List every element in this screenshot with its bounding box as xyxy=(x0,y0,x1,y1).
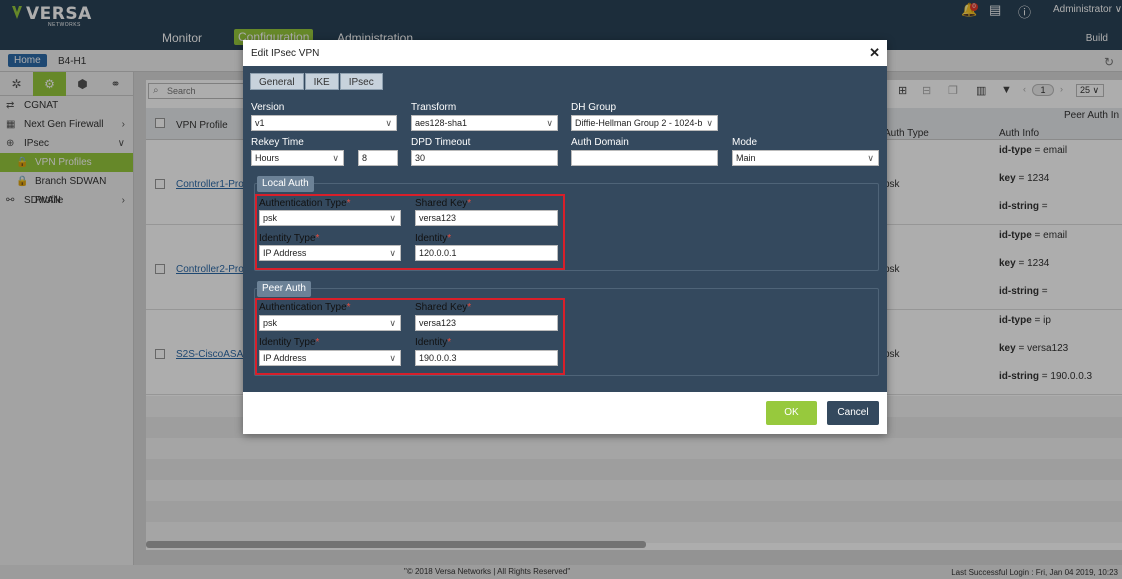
local-identity-type-label: Identity Type* xyxy=(259,233,320,244)
edit-ipsec-vpn-dialog: Edit IPsec VPN ✕ General IKE IPsec Versi… xyxy=(243,40,887,434)
peer-identity-type-label: Identity Type* xyxy=(259,337,320,348)
chevron-down-icon: ∨ xyxy=(546,118,553,128)
peer-auth-type-select[interactable]: psk ∨ xyxy=(259,315,401,331)
local-auth-legend: Local Auth xyxy=(257,176,314,192)
dialog-title: Edit IPsec VPN xyxy=(251,48,320,59)
local-shared-key-label: Shared Key* xyxy=(415,198,472,209)
transform-label: Transform xyxy=(411,102,457,113)
chevron-down-icon: ∨ xyxy=(389,213,396,223)
local-identity-label: Identity* xyxy=(415,233,452,244)
peer-shared-key-label: Shared Key* xyxy=(415,302,472,313)
cancel-button[interactable]: Cancel xyxy=(827,401,879,425)
local-shared-key-input[interactable]: versa123 xyxy=(415,210,558,226)
dh-group-label: DH Group xyxy=(571,102,617,113)
tab-general[interactable]: General xyxy=(250,73,304,90)
dialog-header: Edit IPsec VPN ✕ xyxy=(243,40,887,66)
chevron-down-icon: ∨ xyxy=(332,153,339,163)
dpd-timeout-input[interactable]: 30 xyxy=(411,150,558,166)
tab-ipsec[interactable]: IPsec xyxy=(339,73,383,90)
chevron-down-icon: ∨ xyxy=(389,248,396,258)
rekey-time-label: Rekey Time xyxy=(251,137,304,148)
auth-domain-label: Auth Domain xyxy=(571,137,629,148)
peer-identity-type-select[interactable]: IP Address ∨ xyxy=(259,350,401,366)
peer-auth-type-label: Authentication Type* xyxy=(259,302,351,313)
mode-select[interactable]: Main ∨ xyxy=(732,150,879,166)
dh-group-select[interactable]: Diffie-Hellman Group 2 - 1024-b ∨ xyxy=(571,115,718,131)
chevron-down-icon: ∨ xyxy=(385,118,392,128)
version-label: Version xyxy=(251,102,285,113)
chevron-down-icon: ∨ xyxy=(867,153,874,163)
mode-label: Mode xyxy=(732,137,758,148)
chevron-down-icon: ∨ xyxy=(389,318,396,328)
dpd-timeout-label: DPD Timeout xyxy=(411,137,471,148)
peer-auth-legend: Peer Auth xyxy=(257,281,311,297)
dialog-body: General IKE IPsec Version v1 ∨ Transform … xyxy=(243,66,887,392)
auth-domain-input[interactable] xyxy=(571,150,718,166)
local-auth-type-select[interactable]: psk ∨ xyxy=(259,210,401,226)
ok-button[interactable]: OK xyxy=(766,401,817,425)
rekey-time-input[interactable]: 8 xyxy=(358,150,398,166)
chevron-down-icon: ∨ xyxy=(706,116,713,130)
local-identity-input[interactable]: 120.0.0.1 xyxy=(415,245,558,261)
local-auth-type-label: Authentication Type* xyxy=(259,198,351,209)
dialog-tabs: General IKE IPsec xyxy=(250,73,383,90)
peer-identity-input[interactable]: 190.0.0.3 xyxy=(415,350,558,366)
peer-identity-label: Identity* xyxy=(415,337,452,348)
local-identity-type-select[interactable]: IP Address ∨ xyxy=(259,245,401,261)
peer-shared-key-input[interactable]: versa123 xyxy=(415,315,558,331)
chevron-down-icon: ∨ xyxy=(389,353,396,363)
dialog-footer: OK Cancel xyxy=(243,392,887,434)
close-icon[interactable]: ✕ xyxy=(869,45,880,61)
transform-select[interactable]: aes128-sha1 ∨ xyxy=(411,115,558,131)
version-select[interactable]: v1 ∨ xyxy=(251,115,397,131)
rekey-unit-select[interactable]: Hours ∨ xyxy=(251,150,344,166)
tab-ike[interactable]: IKE xyxy=(304,73,339,90)
